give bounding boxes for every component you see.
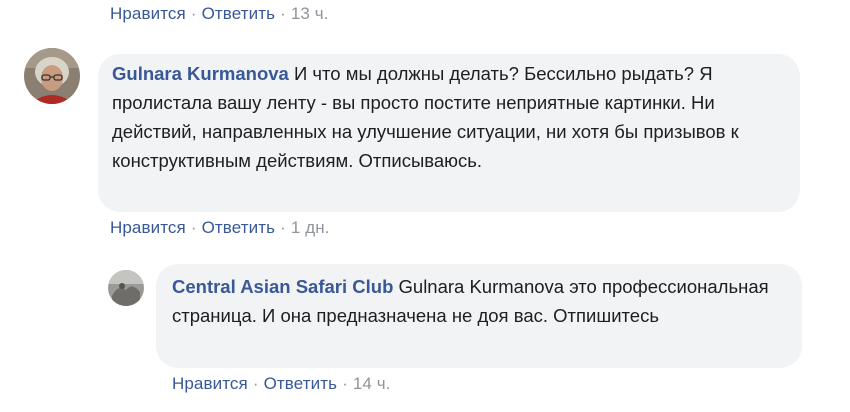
separator: · (190, 218, 197, 237)
separator: · (252, 374, 259, 393)
timestamp[interactable]: 1 дн. (291, 218, 330, 237)
comment-bubble: Gulnara Kurmanova И что мы должны делать… (98, 54, 800, 212)
separator: · (280, 4, 286, 23)
like-link[interactable]: Нравится (172, 374, 248, 393)
timestamp[interactable]: 14 ч. (353, 374, 391, 393)
separator: · (280, 218, 286, 237)
reply-actions: Нравится · Ответить · 14 ч. (172, 374, 391, 394)
comment-author[interactable]: Gulnara Kurmanova (112, 63, 289, 84)
comment-actions: Нравится · Ответить · 1 дн. (110, 218, 330, 238)
like-link[interactable]: Нравится (110, 4, 186, 23)
previous-comment-actions: Нравится · Ответить · 13 ч. (110, 4, 329, 24)
reply-link[interactable]: Ответить (264, 374, 337, 393)
avatar-photo-icon (24, 48, 80, 104)
reply-link[interactable]: Ответить (202, 4, 275, 23)
separator: · (342, 374, 348, 393)
separator: · (190, 4, 197, 23)
reply-bubble: Central Asian Safari Club Gulnara Kurman… (156, 264, 802, 368)
avatar-gulnara[interactable] (24, 48, 80, 104)
avatar-central-asian-safari-club[interactable] (108, 270, 144, 306)
like-link[interactable]: Нравится (110, 218, 186, 237)
timestamp[interactable]: 13 ч. (291, 4, 329, 23)
reply-author[interactable]: Central Asian Safari Club (172, 276, 393, 297)
avatar-logo-icon (108, 270, 144, 306)
reply-link[interactable]: Ответить (202, 218, 275, 237)
mention-link[interactable]: Gulnara Kurmanova (399, 276, 565, 297)
